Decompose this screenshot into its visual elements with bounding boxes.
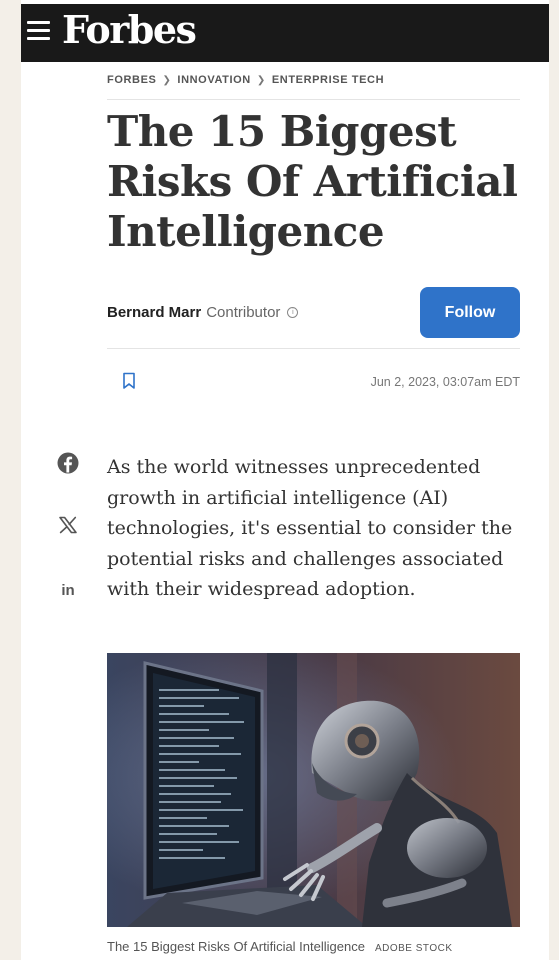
breadcrumb-item[interactable]: ENTERPRISE TECH (272, 74, 384, 86)
linkedin-icon[interactable]: in (56, 578, 80, 602)
bookmark-icon[interactable] (122, 372, 136, 390)
top-navigation-bar: Forbes (21, 4, 549, 62)
caption-text: The 15 Biggest Risks Of Artificial Intel… (107, 939, 365, 954)
article-headline: The 15 Biggest Risks Of Artificial Intel… (107, 107, 518, 256)
author-name[interactable]: Bernard Marr (107, 304, 201, 321)
chevron-right-icon: ❯ (162, 74, 172, 86)
chevron-right-icon: ❯ (256, 74, 266, 86)
image-caption: The 15 Biggest Risks Of Artificial Intel… (107, 939, 453, 954)
author-role: Contributor (206, 304, 281, 321)
info-icon[interactable]: i (287, 307, 299, 318)
article-hero-image[interactable] (107, 653, 520, 927)
facebook-icon[interactable] (56, 451, 80, 475)
menu-icon[interactable] (27, 21, 50, 41)
x-icon[interactable] (56, 513, 80, 537)
breadcrumb-item[interactable]: FORBES (107, 74, 156, 86)
breadcrumb: FORBES ❯ INNOVATION ❯ ENTERPRISE TECH (107, 74, 384, 86)
byline: Bernard Marr Contributor i (107, 304, 299, 321)
publish-date: Jun 2, 2023, 03:07am EDT (370, 375, 520, 389)
svg-text:in: in (61, 582, 74, 599)
image-credit: ADOBE STOCK (374, 943, 453, 954)
article-lead-paragraph: As the world witnesses unprecedented gro… (107, 456, 513, 600)
follow-button[interactable]: Follow (420, 287, 520, 338)
forbes-logo[interactable]: Forbes (62, 7, 197, 52)
breadcrumb-item[interactable]: INNOVATION (177, 74, 250, 86)
divider (107, 99, 520, 100)
divider (107, 348, 520, 349)
